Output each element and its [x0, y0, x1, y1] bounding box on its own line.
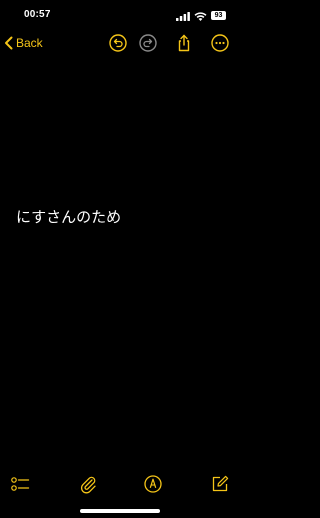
wifi-icon	[194, 6, 207, 25]
share-icon[interactable]	[174, 33, 194, 53]
checklist-icon[interactable]	[10, 474, 30, 494]
signal-icon	[176, 6, 190, 25]
markup-pen-icon[interactable]	[143, 474, 163, 494]
battery-icon: 93	[211, 10, 226, 20]
chevron-left-icon	[4, 36, 13, 50]
bottom-toolbar	[0, 470, 240, 498]
note-text[interactable]: にすさんのため	[16, 206, 121, 227]
more-icon[interactable]	[210, 33, 230, 53]
back-button[interactable]: Back	[4, 32, 43, 54]
home-indicator[interactable]	[80, 509, 160, 513]
compose-icon[interactable]	[210, 474, 230, 494]
nav-bar: Back	[0, 30, 240, 56]
redo-icon[interactable]	[138, 33, 158, 53]
status-time: 00:57	[24, 9, 51, 20]
undo-icon[interactable]	[108, 33, 128, 53]
status-bar: 00:57 93	[0, 0, 240, 30]
attachment-icon[interactable]	[78, 474, 98, 494]
status-indicators: 93	[176, 10, 226, 21]
back-label: Back	[16, 36, 43, 50]
